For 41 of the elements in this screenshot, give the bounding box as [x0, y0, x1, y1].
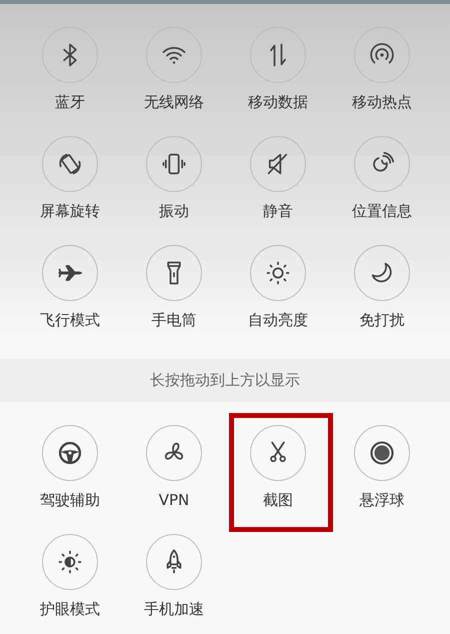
toggle-label: 护眼模式: [40, 600, 100, 618]
toggle-button[interactable]: [42, 27, 98, 83]
toggle-label: 手机加速: [144, 600, 204, 618]
toggle-button[interactable]: [354, 425, 410, 481]
half-sun-icon: [56, 548, 84, 576]
record-dot-icon: [368, 439, 396, 467]
toggle-button[interactable]: [42, 245, 98, 301]
toggle-button[interactable]: [146, 534, 202, 590]
sun-icon: [264, 259, 292, 287]
drag-hint: 长按拖动到上方以显示: [150, 371, 300, 390]
toggle-label: 振动: [159, 202, 189, 220]
toggle-label: 自动亮度: [248, 311, 308, 329]
toggle-label: 截图: [263, 491, 293, 509]
toggle-button[interactable]: [42, 534, 98, 590]
toggle-button[interactable]: [146, 245, 202, 301]
toggle-label: 驾驶辅助: [40, 491, 100, 509]
toggle-label: 移动数据: [248, 93, 308, 111]
toggle-label: 移动热点: [352, 93, 412, 111]
toggle-label: 飞行模式: [40, 311, 100, 329]
toggle-button[interactable]: [146, 27, 202, 83]
toggle-label: 无线网络: [144, 93, 204, 111]
toggle-label: 蓝牙: [55, 93, 85, 111]
toggle-button[interactable]: [146, 136, 202, 192]
toggle-button[interactable]: [42, 136, 98, 192]
toggle-button[interactable]: [250, 245, 306, 301]
toggle-label: 位置信息: [352, 202, 412, 220]
toggle-button[interactable]: [250, 27, 306, 83]
toggle-button[interactable]: [354, 27, 410, 83]
toggle-label: 屏幕旋转: [40, 202, 100, 220]
toggle-label: VPN: [158, 491, 190, 509]
toggle-button[interactable]: [146, 425, 202, 481]
steering-wheel-icon: [56, 439, 84, 467]
toggle-button[interactable]: [354, 136, 410, 192]
toggle-button[interactable]: [354, 245, 410, 301]
toggle-button[interactable]: [42, 425, 98, 481]
toggle-label: 悬浮球: [360, 491, 404, 509]
toggle-button[interactable]: [250, 136, 306, 192]
toggle-label: 免打扰: [360, 311, 404, 329]
toggle-label: 静音: [263, 202, 293, 220]
toggle-label: 手电筒: [152, 311, 196, 329]
toggle-button[interactable]: [250, 425, 306, 481]
